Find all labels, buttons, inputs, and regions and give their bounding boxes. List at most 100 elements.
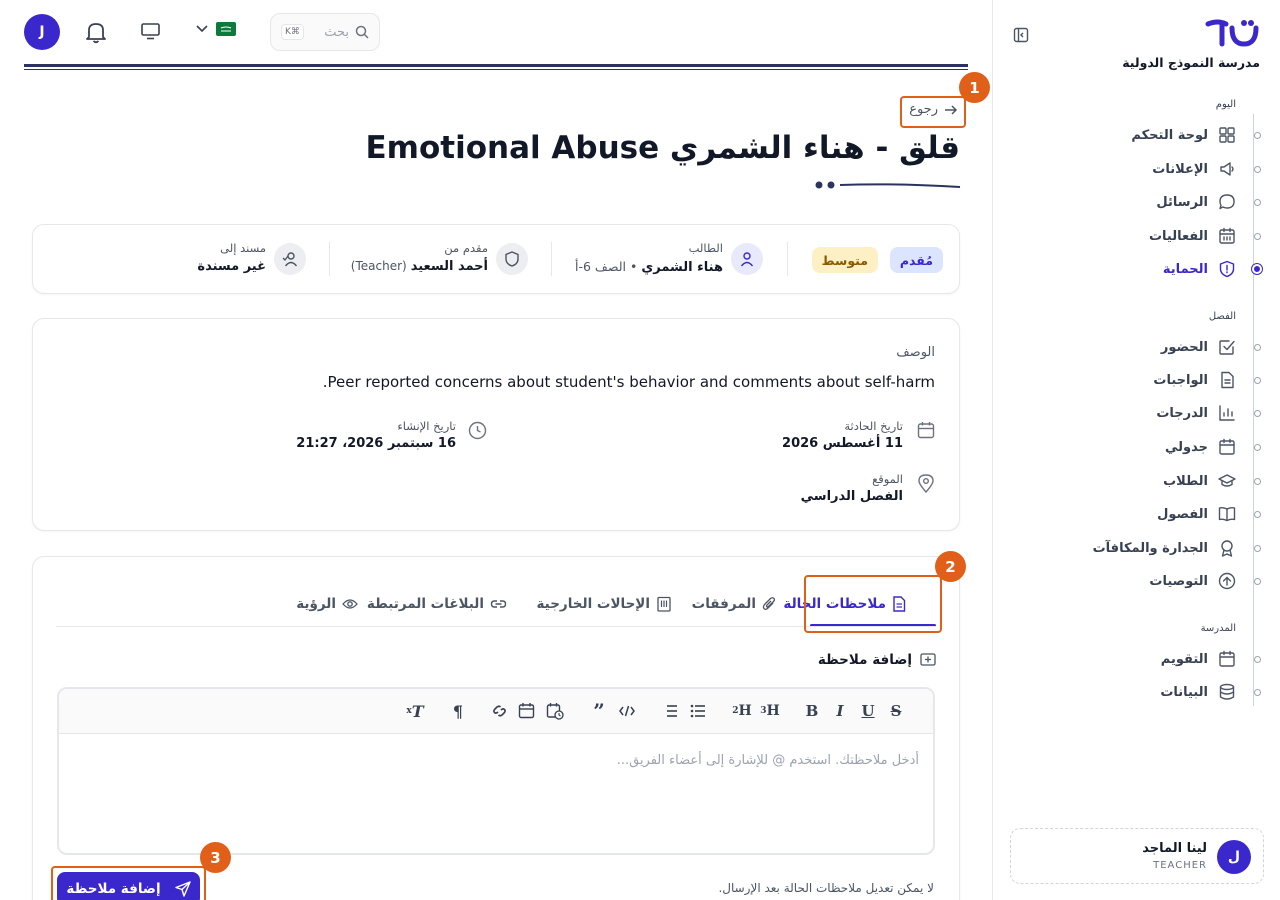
sidebar-item-label: لوحة التحكم <box>1131 127 1208 143</box>
tab-external-referrals[interactable]: الإحالات الخارجية <box>537 586 673 622</box>
nav-rail-dot <box>1254 545 1261 552</box>
sidebar-item-10[interactable]: الفصول <box>1050 501 1261 527</box>
sidebar-item-4[interactable]: الحماية <box>1050 256 1260 282</box>
submitted-by-label: مقدم من <box>444 241 488 255</box>
link-insert-icon[interactable] <box>491 703 508 719</box>
clock-icon <box>468 421 487 440</box>
user-card[interactable]: ل لينا الماجد TEACHER <box>1010 828 1264 884</box>
school-logo <box>1205 19 1259 47</box>
nav-rail-dot <box>1254 689 1261 696</box>
sidebar-item-7[interactable]: الدرجات <box>1050 400 1261 426</box>
sidebar-item-3[interactable]: الفعاليات <box>1050 223 1261 249</box>
user-role: TEACHER <box>1153 860 1207 871</box>
user-icon <box>740 252 754 267</box>
location-value: الفصل الدراسي <box>800 489 903 504</box>
assigned-value: غير مسندة <box>197 259 266 274</box>
user-name: لينا الماجد <box>1142 841 1207 856</box>
document-icon <box>1218 371 1236 389</box>
incident-date-label: تاريخ الحادثة <box>844 419 903 433</box>
tab-linked-reports-label: البلاغات المرتبطة <box>366 596 484 612</box>
sidebar-item-label: الحماية <box>1162 261 1208 277</box>
sidebar-item-5[interactable]: الحضور <box>1050 334 1261 360</box>
sidebar-item-9[interactable]: الطلاب <box>1050 468 1261 494</box>
eye-icon <box>342 599 358 609</box>
sidebar-item-label: الدرجات <box>1156 405 1208 421</box>
saudi-flag-icon <box>216 22 236 36</box>
bullet-list-icon[interactable] <box>690 703 706 719</box>
school-name: مدرسة النموذج الدولية <box>1122 55 1260 70</box>
building-icon <box>657 596 671 612</box>
location-label: الموقع <box>872 472 903 486</box>
sidebar-item-6[interactable]: الواجبات <box>1050 367 1261 393</box>
paragraph-button[interactable]: ¶ <box>447 700 469 722</box>
sidebar-item-label: التقويم <box>1160 651 1208 667</box>
user-avatar: ل <box>1217 840 1251 874</box>
shield-icon <box>505 251 519 267</box>
chevron-down-icon <box>196 25 208 33</box>
assigned-label: مسند إلى <box>220 241 266 255</box>
nav-rail-dot <box>1254 478 1261 485</box>
italic-button[interactable]: I <box>829 700 851 722</box>
calendar-icon <box>1218 650 1236 668</box>
profile-avatar[interactable]: J <box>24 14 60 50</box>
sidebar-item-1[interactable]: الإعلانات <box>1050 156 1261 182</box>
bell-icon[interactable] <box>85 20 107 44</box>
tab-attachments[interactable]: المرفقات <box>692 586 776 622</box>
sidebar-item-label: الطلاب <box>1163 473 1208 489</box>
bold-button[interactable]: B <box>801 700 823 722</box>
sidebar-item-8[interactable]: جدولي <box>1050 434 1261 460</box>
quote-button[interactable]: ” <box>588 699 610 723</box>
sidebar-item-label: جدولي <box>1165 439 1208 455</box>
status-badge: مُقدم <box>889 247 943 273</box>
shield-alert-icon <box>1218 260 1236 278</box>
search-input[interactable]: بحث <box>310 25 349 40</box>
user-check-icon <box>282 252 297 267</box>
calendar-insert-icon[interactable] <box>518 702 535 719</box>
tab-linked-reports[interactable]: البلاغات المرتبطة <box>367 586 507 622</box>
nav-rail-dot <box>1254 132 1261 139</box>
search-box[interactable]: K⌘ بحث <box>270 13 380 51</box>
sidebar-item-0[interactable]: لوحة التحكم <box>1050 122 1261 148</box>
link-icon <box>490 600 507 608</box>
clear-format-button[interactable]: Tx <box>404 700 426 722</box>
nav-rail-dot <box>1254 233 1261 240</box>
tab-attachments-label: المرفقات <box>691 596 756 612</box>
divider <box>787 242 788 276</box>
language-selector[interactable] <box>196 22 236 36</box>
sidebar-item-12[interactable]: التوصيات <box>1050 568 1261 594</box>
map-pin-icon <box>918 474 934 493</box>
student-label: الطالب <box>688 241 723 255</box>
tab-visibility[interactable]: الرؤية <box>296 586 358 622</box>
calendar-grid-icon <box>1218 227 1236 245</box>
nav-rail-dot <box>1254 410 1261 417</box>
sidebar-item-label: الإعلانات <box>1152 161 1208 177</box>
header-divider-thin <box>24 69 968 70</box>
editor-placeholder[interactable]: أدخل ملاحظتك. استخدم @ للإشارة إلى أعضاء… <box>617 753 919 768</box>
sidebar-item-11[interactable]: الجدارة والمكافآت <box>1050 535 1261 561</box>
sidebar-collapse-icon[interactable] <box>1013 27 1029 43</box>
description-text: Peer reported concerns about student's b… <box>322 373 935 391</box>
tab-visibility-label: الرؤية <box>296 596 336 612</box>
monitor-icon[interactable] <box>141 23 160 40</box>
date-time-icon[interactable] <box>546 702 564 720</box>
code-icon[interactable] <box>619 705 635 717</box>
sidebar-item-2[interactable]: الرسائل <box>1050 189 1261 215</box>
title-underline <box>815 181 961 189</box>
sidebar-item-14[interactable]: البيانات <box>1050 679 1261 705</box>
highlight-box-2 <box>804 575 942 633</box>
check-square-icon <box>1218 338 1236 356</box>
marker-3: 3 <box>200 842 231 873</box>
sidebar-item-13[interactable]: التقويم <box>1050 646 1261 672</box>
database-icon <box>1218 683 1236 701</box>
heading3-button[interactable]: H3 <box>758 700 782 722</box>
student-class: • الصف 6-أ <box>575 259 638 274</box>
strikethrough-button[interactable]: S <box>885 700 907 722</box>
nav-rail-dot <box>1254 199 1261 206</box>
numbered-list-icon[interactable]: 123 <box>662 703 678 719</box>
sidebar-item-label: الواجبات <box>1153 372 1208 388</box>
message-icon <box>1218 193 1236 211</box>
sidebar-item-label: الفعاليات <box>1148 228 1208 244</box>
underline-button[interactable]: U <box>857 700 879 722</box>
heading2-button[interactable]: H2 <box>730 700 754 722</box>
sidebar-item-label: البيانات <box>1160 684 1208 700</box>
